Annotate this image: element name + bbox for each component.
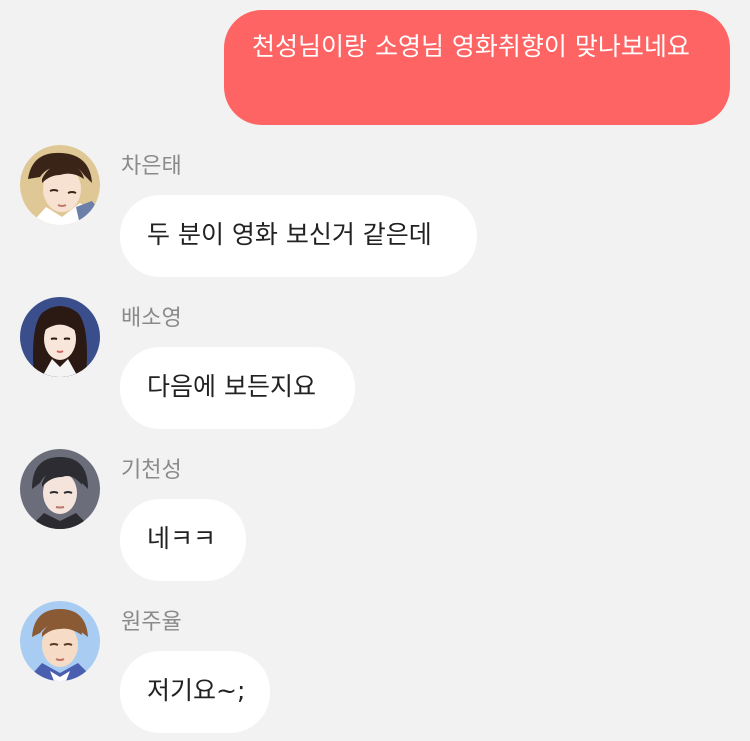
message-bubble[interactable]: 다음에 보든지요 [120,347,355,429]
avatar-illustration-icon [20,145,100,225]
sender-name: 원주율 [121,610,182,635]
message-bubble[interactable]: 두 분이 영화 보신거 같은데 [120,195,477,277]
avatar-illustration-icon [20,601,100,681]
avatar-illustration-icon [20,297,100,377]
avatar-illustration-icon [20,449,100,529]
message-bubble[interactable]: 저기요~; [120,651,270,733]
message-bubble[interactable]: 네ㅋㅋ [120,499,246,581]
chat-thread: 천성님이랑 소영님 영화취향이 맞나보네요 차은태 두 분이 영화 보신거 같은… [0,0,750,741]
sender-name: 배소영 [121,306,182,331]
avatar[interactable] [20,449,100,529]
avatar[interactable] [20,601,100,681]
avatar[interactable] [20,297,100,377]
sender-name: 기천성 [121,458,182,483]
my-message-bubble[interactable]: 천성님이랑 소영님 영화취향이 맞나보네요 [224,10,730,125]
sender-name: 차은태 [121,154,182,179]
avatar[interactable] [20,145,100,225]
